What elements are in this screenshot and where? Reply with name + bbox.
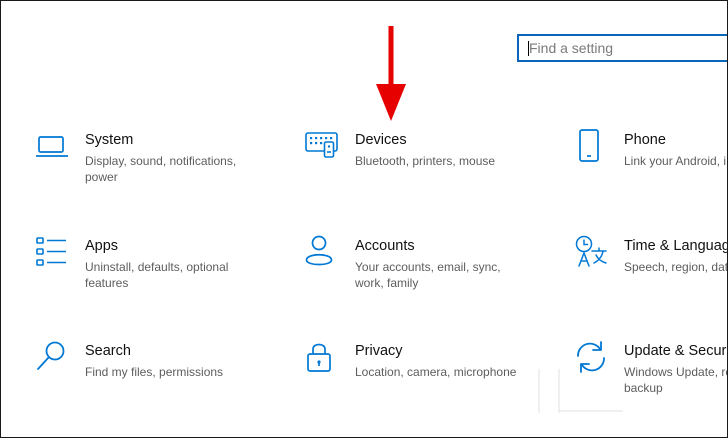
tile-phone-title: Phone xyxy=(624,132,666,148)
tile-system[interactable]: System Display, sound, notifications, po… xyxy=(35,129,285,199)
tile-search-title: Search xyxy=(85,343,131,359)
tile-accounts[interactable]: Accounts Your accounts, email, sync, wor… xyxy=(305,235,555,305)
phone-icon xyxy=(574,129,608,163)
lock-icon xyxy=(305,340,339,374)
tile-update-security-desc: Windows Update, recovery, backup xyxy=(624,365,727,395)
search-input[interactable] xyxy=(529,38,727,58)
person-icon xyxy=(305,235,339,269)
tile-privacy-title: Privacy xyxy=(355,343,403,359)
search-box[interactable] xyxy=(517,34,727,62)
tile-devices-title: Devices xyxy=(355,132,407,148)
tile-phone-desc: Link your Android, iPhone xyxy=(624,154,727,168)
keyboard-icon xyxy=(305,129,339,163)
tile-apps[interactable]: Apps Uninstall, defaults, optional featu… xyxy=(35,235,285,305)
tile-apps-desc: Uninstall, defaults, optional features xyxy=(85,260,229,290)
tile-system-title: System xyxy=(85,132,134,148)
tile-time-language[interactable]: Time & Language Speech, region, date xyxy=(574,235,728,305)
magnifier-icon xyxy=(35,340,69,374)
tile-system-desc: Display, sound, notifications, power xyxy=(85,154,237,184)
tile-update-security-title: Update & Security xyxy=(624,343,727,359)
tile-devices[interactable]: Devices Bluetooth, printers, mouse xyxy=(305,129,555,199)
tile-accounts-desc: Your accounts, email, sync, work, family xyxy=(355,260,501,290)
apps-list-icon xyxy=(35,235,69,269)
tile-devices-desc: Bluetooth, printers, mouse xyxy=(355,154,496,168)
tile-search[interactable]: Search Find my files, permissions xyxy=(35,340,285,410)
tile-time-language-desc: Speech, region, date xyxy=(624,260,728,274)
tile-search-desc: Find my files, permissions xyxy=(85,365,224,379)
laptop-icon xyxy=(35,129,69,163)
annotation-arrow xyxy=(376,26,406,121)
tile-time-language-title: Time & Language xyxy=(624,238,728,254)
tile-phone[interactable]: Phone Link your Android, iPhone xyxy=(574,129,727,199)
tile-apps-title: Apps xyxy=(85,238,119,254)
time-language-icon xyxy=(574,235,608,269)
settings-window: System Display, sound, notifications, po… xyxy=(0,0,728,438)
tile-accounts-title: Accounts xyxy=(355,238,415,254)
background-window-edge xyxy=(538,369,623,413)
